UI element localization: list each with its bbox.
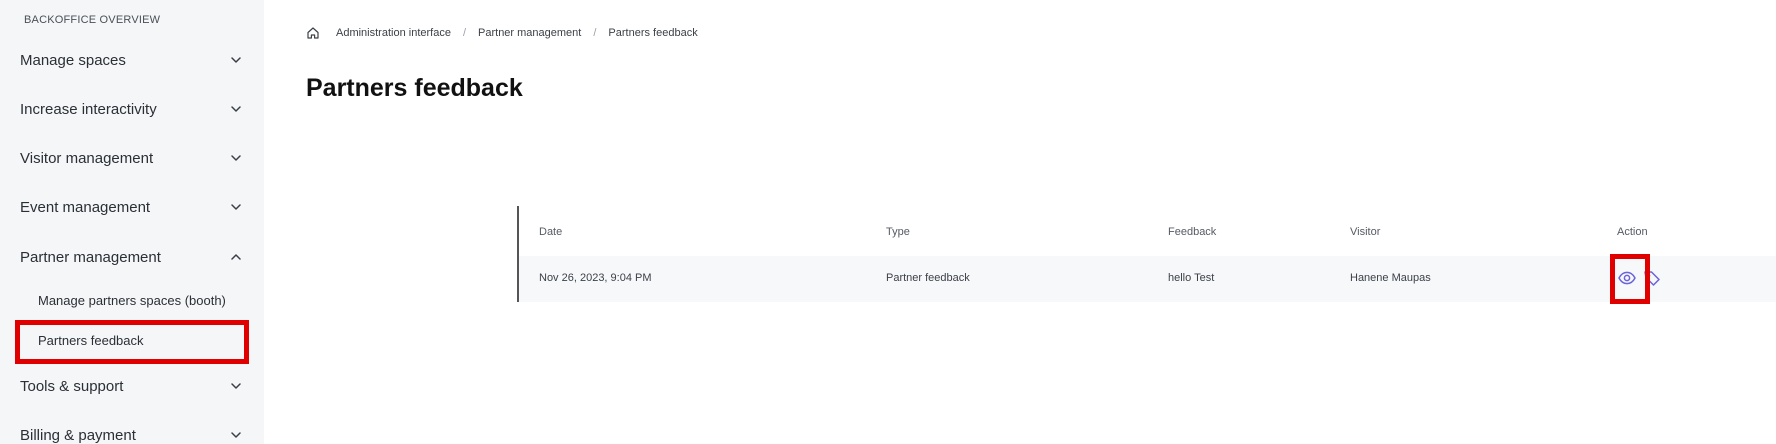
sidebar-item-increase-interactivity[interactable]: Increase interactivity <box>0 89 264 129</box>
page-title: Partners feedback <box>306 74 523 102</box>
sidebar: BACKOFFICE OVERVIEW Manage spaces Increa… <box>0 0 264 444</box>
column-header-visitor: Visitor <box>1350 226 1381 238</box>
sidebar-subitem-partners-feedback[interactable]: Partners feedback <box>38 333 144 348</box>
sidebar-item-tools-support[interactable]: Tools & support <box>0 366 264 406</box>
feedback-table: Date Type Feedback Visitor Action Nov 26… <box>517 206 1776 302</box>
sidebar-item-label: Manage spaces <box>20 51 126 69</box>
sidebar-item-label: Tools & support <box>20 377 124 395</box>
chevron-down-icon <box>228 378 244 394</box>
column-header-type: Type <box>886 226 910 238</box>
sidebar-item-event-management[interactable]: Event management <box>0 187 264 227</box>
chevron-up-icon <box>228 249 244 265</box>
sidebar-item-label: Visitor management <box>20 149 154 167</box>
tag-icon[interactable] <box>1642 268 1662 288</box>
cell-visitor: Hanene Maupas <box>1350 272 1431 284</box>
sidebar-item-label: Partner management <box>20 248 161 266</box>
sidebar-item-label: Event management <box>20 198 151 216</box>
breadcrumb-item-partner-management[interactable]: Partner management <box>478 27 581 39</box>
home-icon[interactable] <box>306 26 320 40</box>
breadcrumb-item-partners-feedback: Partners feedback <box>608 27 698 39</box>
column-header-feedback: Feedback <box>1168 226 1217 238</box>
chevron-down-icon <box>228 52 244 68</box>
breadcrumb-item-administration[interactable]: Administration interface <box>336 27 451 39</box>
breadcrumb: Administration interface / Partner manag… <box>306 26 698 40</box>
cell-date: Nov 26, 2023, 9:04 PM <box>539 272 652 284</box>
sidebar-item-visitor-management[interactable]: Visitor management <box>0 138 264 178</box>
table-header: Date Type Feedback Visitor Action <box>519 206 1776 256</box>
sidebar-item-label: Increase interactivity <box>20 100 157 118</box>
column-header-date: Date <box>539 226 563 238</box>
sidebar-item-billing-payment[interactable]: Billing & payment <box>0 415 264 444</box>
breadcrumb-separator: / <box>593 27 597 39</box>
chevron-down-icon <box>228 199 244 215</box>
table-row: Nov 26, 2023, 9:04 PM Partner feedback h… <box>519 256 1776 302</box>
chevron-down-icon <box>228 427 244 443</box>
sidebar-heading: BACKOFFICE OVERVIEW <box>24 14 161 26</box>
sidebar-subitem-manage-partners-spaces[interactable]: Manage partners spaces (booth) <box>38 293 226 308</box>
eye-icon[interactable] <box>1617 268 1637 288</box>
sidebar-item-manage-spaces[interactable]: Manage spaces <box>0 40 264 80</box>
chevron-down-icon <box>228 101 244 117</box>
sidebar-item-partner-management[interactable]: Partner management <box>0 237 264 277</box>
chevron-down-icon <box>228 150 244 166</box>
column-header-action: Action <box>1617 226 1648 238</box>
sidebar-item-label: Billing & payment <box>20 426 136 444</box>
cell-type: Partner feedback <box>886 272 970 284</box>
cell-feedback: hello Test <box>1168 272 1215 284</box>
breadcrumb-separator: / <box>462 27 467 39</box>
